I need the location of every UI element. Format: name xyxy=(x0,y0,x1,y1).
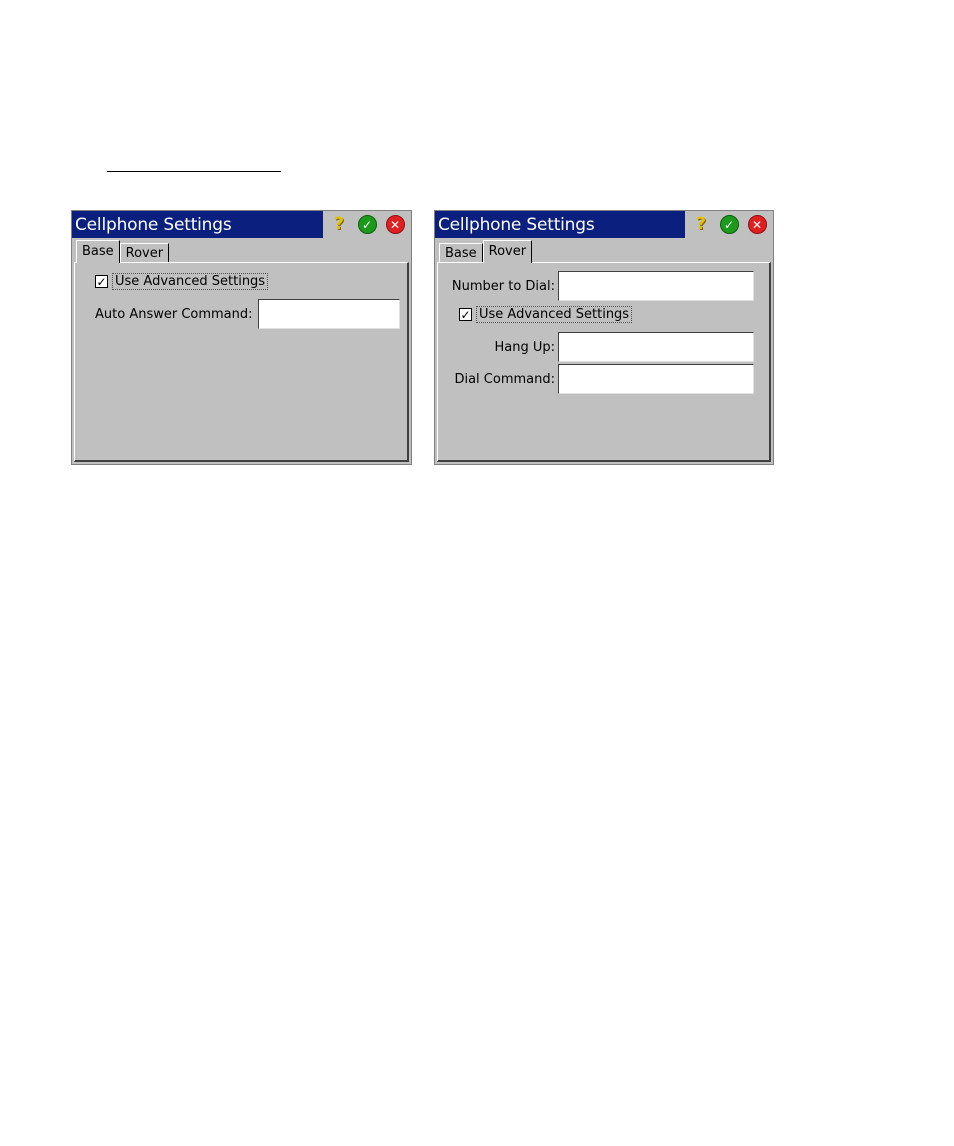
title-bar: Cellphone Settings ? ✓ ✕ xyxy=(72,211,411,238)
close-icon: ✕ xyxy=(747,215,767,234)
tab-rover[interactable]: Rover xyxy=(119,243,170,263)
use-advanced-checkbox[interactable]: ✓ xyxy=(459,308,472,321)
hang-up-row: Hang Up: xyxy=(438,332,756,362)
number-to-dial-input[interactable] xyxy=(558,271,754,301)
number-to-dial-label: Number to Dial: xyxy=(451,278,555,294)
question-mark-icon: ? xyxy=(334,214,344,234)
checkmark-icon: ✓ xyxy=(357,215,377,234)
close-icon: ✕ xyxy=(385,215,405,234)
dial-command-input[interactable] xyxy=(558,364,754,394)
close-button[interactable]: ✕ xyxy=(385,215,405,235)
use-advanced-checkbox[interactable]: ✓ xyxy=(95,275,108,288)
tab-base[interactable]: Base xyxy=(76,240,120,263)
dial-command-label: Dial Command: xyxy=(454,371,555,387)
use-advanced-row[interactable]: ✓ Use Advanced Settings xyxy=(95,273,269,290)
tab-panel-rover: Number to Dial: ✓ Use Advanced Settings … xyxy=(437,262,771,462)
hang-up-label: Hang Up: xyxy=(494,339,555,355)
auto-answer-input[interactable] xyxy=(257,299,400,329)
title-bar: Cellphone Settings ? ✓ ✕ xyxy=(435,211,773,238)
help-button[interactable]: ? xyxy=(329,215,349,235)
cellphone-settings-dialog-base: Cellphone Settings ? ✓ ✕ Base Rover ✓ Us… xyxy=(71,210,412,465)
help-button[interactable]: ? xyxy=(691,215,711,235)
tab-panel-base: ✓ Use Advanced Settings Auto Answer Comm… xyxy=(74,262,409,462)
tab-base[interactable]: Base xyxy=(439,243,483,263)
auto-answer-row: Auto Answer Command: xyxy=(95,299,400,329)
ok-button[interactable]: ✓ xyxy=(357,215,377,235)
tab-strip: Base Rover xyxy=(439,239,533,263)
question-mark-icon: ? xyxy=(696,214,706,234)
title-buttons: ? ✓ ✕ xyxy=(323,211,411,238)
use-advanced-label: Use Advanced Settings xyxy=(476,306,633,323)
use-advanced-label: Use Advanced Settings xyxy=(112,273,269,290)
cellphone-settings-dialog-rover: Cellphone Settings ? ✓ ✕ Base Rover Numb… xyxy=(434,210,774,465)
title-buttons: ? ✓ ✕ xyxy=(685,211,773,238)
ok-button[interactable]: ✓ xyxy=(719,215,739,235)
close-button[interactable]: ✕ xyxy=(747,215,767,235)
number-to-dial-row: Number to Dial: xyxy=(438,271,756,301)
hang-up-input[interactable] xyxy=(558,332,754,362)
heading-underline xyxy=(107,171,281,172)
auto-answer-label: Auto Answer Command: xyxy=(95,306,253,322)
tab-rover[interactable]: Rover xyxy=(482,240,533,263)
use-advanced-row[interactable]: ✓ Use Advanced Settings xyxy=(459,306,633,323)
checkmark-icon: ✓ xyxy=(719,215,739,234)
dial-command-row: Dial Command: xyxy=(438,364,756,394)
tab-strip: Base Rover xyxy=(76,239,170,263)
